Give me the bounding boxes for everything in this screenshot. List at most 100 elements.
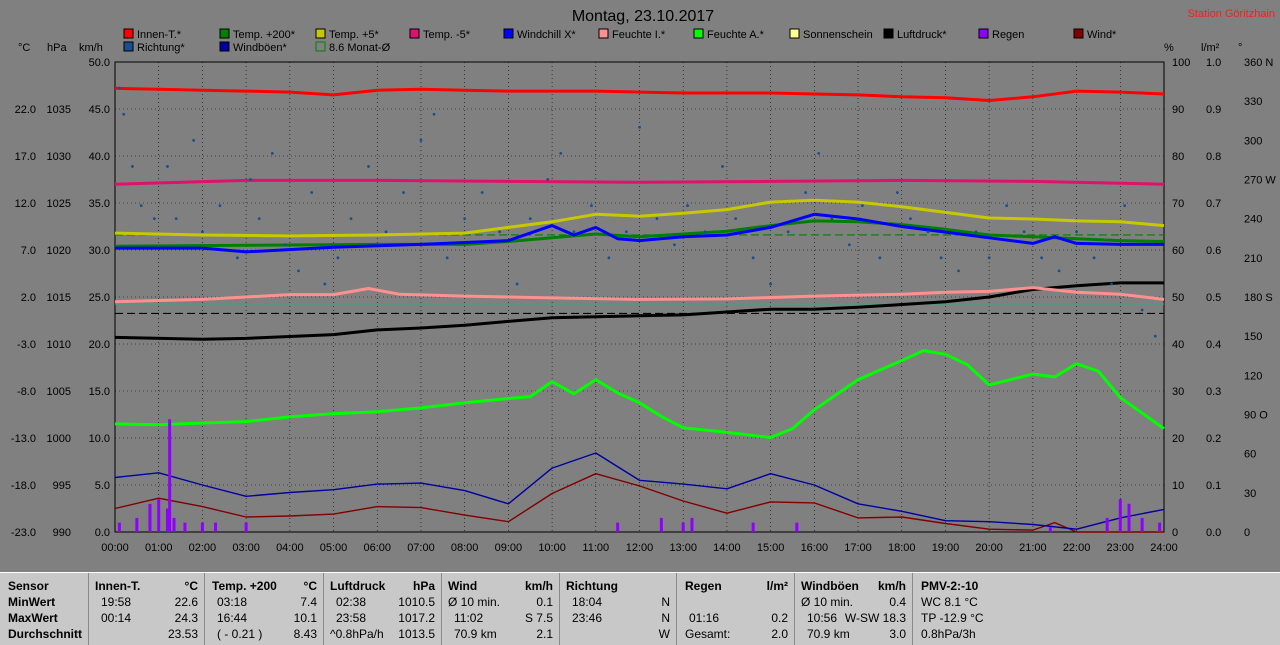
temp200-min-val: 7.4 [300, 595, 317, 609]
temp200-avg-note: ( - 0.21 ) [217, 627, 263, 641]
richtung-point [769, 282, 773, 286]
temp200-avg-val: 8.43 [293, 627, 317, 641]
col-sensor: Sensor MinWert MaxWert Durchschnitt [0, 573, 89, 645]
richtung-point [1153, 334, 1157, 338]
regen-bar [148, 503, 152, 532]
tick-temp: 2.0 [21, 292, 36, 304]
richtung-point [515, 282, 519, 286]
tick-deg: 300 [1244, 135, 1262, 147]
richtung-point [909, 217, 912, 221]
tick-pct: 10 [1172, 480, 1184, 492]
richtung-point [546, 178, 550, 181]
tick-time: 09:00 [495, 542, 523, 554]
legend-label: Sonnenschein [803, 29, 873, 41]
tick-time: 13:00 [669, 542, 697, 554]
richtung-point [297, 269, 300, 273]
tick-time: 19:00 [932, 542, 960, 554]
richtung-point [432, 112, 436, 116]
regen-bar [1127, 503, 1131, 532]
regen-bar [157, 499, 161, 532]
col-wind: Wind km/h Ø 10 min. 0.1 11:02 S 7.5 70.9… [442, 573, 560, 645]
tick-time: 08:00 [451, 542, 479, 554]
tick-rain: 0.0 [1206, 527, 1221, 539]
richtung-point [817, 151, 821, 155]
tick-time: 02:00 [189, 542, 217, 554]
unit-celsius: °C [18, 42, 30, 54]
tick-deg: 330 [1244, 96, 1262, 108]
tick-time: 15:00 [757, 542, 785, 554]
unit-rain: l/m² [1201, 42, 1220, 54]
richtung-point [235, 256, 239, 260]
wind-avg-note: 70.9 km [454, 627, 497, 641]
richtung-point [1140, 308, 1144, 312]
tick-pct: 100 [1172, 57, 1190, 69]
unit-hpa: hPa [47, 42, 67, 54]
innen-unit: °C [184, 579, 198, 593]
tick-kmh: 50.0 [89, 57, 110, 69]
wind-avg-val: 2.1 [536, 627, 553, 641]
wind-max-val: S 7.5 [524, 611, 553, 625]
legend-label: Feuchte A.* [707, 29, 765, 41]
tick-time: 21:00 [1019, 542, 1047, 554]
richtung-point [349, 217, 353, 221]
chart-title: Montag, 23.10.2017 [572, 8, 714, 25]
tick-pct: 30 [1172, 386, 1184, 398]
regen-max-val: 0.2 [771, 611, 788, 625]
tick-hpa: 1025 [47, 198, 71, 210]
tick-kmh: 30.0 [89, 245, 110, 257]
regen-bar [690, 517, 694, 532]
tick-time: 17:00 [844, 542, 872, 554]
tick-temp: -8.0 [17, 386, 36, 398]
tick-pct: 50 [1172, 292, 1184, 304]
innen-max-time: 00:14 [101, 611, 132, 625]
tick-time: 04:00 [276, 542, 304, 554]
richtung-point [861, 204, 864, 208]
legend-swatch [219, 28, 230, 39]
tick-time: 18:00 [888, 542, 916, 554]
richtung-point [166, 165, 169, 168]
richtung-point [830, 217, 834, 221]
tick-time: 14:00 [713, 542, 741, 554]
richtung-point [1075, 230, 1078, 234]
tick-temp: 22.0 [15, 104, 36, 116]
tick-hpa: 1010 [47, 339, 71, 351]
tick-time: 20:00 [975, 542, 1003, 554]
tick-temp: -23.0 [11, 527, 36, 539]
tick-temp: 17.0 [15, 151, 36, 163]
temp200-min-time: 03:18 [217, 595, 248, 609]
tick-rain: 0.9 [1206, 104, 1221, 116]
richtung-point [987, 256, 991, 260]
tick-time: 12:00 [626, 542, 654, 554]
tick-time: 11:00 [582, 542, 609, 554]
col-innen: Innen-T. °C 19:58 22.6 00:14 24.3 23.53 [89, 573, 205, 645]
legend-label: Windböen* [233, 42, 288, 54]
richtung-point [192, 138, 196, 142]
tick-time: 03:00 [232, 542, 260, 554]
tick-time: 06:00 [363, 542, 391, 554]
windboen-max-val: W-SW 18.3 [844, 611, 906, 625]
tick-pct: 60 [1172, 245, 1184, 257]
richtung-max-time: 23:46 [572, 611, 603, 625]
tick-deg: 150 [1244, 331, 1262, 343]
regen-bar [1140, 517, 1144, 532]
tick-kmh: 35.0 [89, 198, 110, 210]
tick-kmh: 0.0 [95, 527, 110, 539]
col-pmv: PMV-2:-10 WC 8.1 °C TP -12.9 °C 0.8hPa/3… [913, 573, 1279, 645]
temp200-unit: °C [303, 579, 317, 593]
legend-swatch [503, 28, 514, 39]
legend-swatch [123, 28, 134, 39]
richtung-header: Richtung [566, 579, 618, 593]
richtung-point [122, 112, 126, 116]
tick-hpa: 990 [53, 527, 71, 539]
tick-temp: 12.0 [15, 198, 36, 210]
legend-label: Innen-T.* [137, 29, 182, 41]
luftdruck-max-val: 1017.2 [398, 611, 435, 625]
tick-deg: 120 [1244, 370, 1262, 382]
legend-label: Luftdruck* [897, 29, 947, 41]
richtung-point [174, 217, 178, 221]
pmv-min-val: WC 8.1 °C [921, 595, 978, 609]
pmv-header: PMV-2:-10 [921, 579, 979, 593]
legend-label: Temp. +200* [233, 29, 296, 41]
regen-bar [1158, 522, 1162, 532]
regen-bar [659, 517, 663, 532]
